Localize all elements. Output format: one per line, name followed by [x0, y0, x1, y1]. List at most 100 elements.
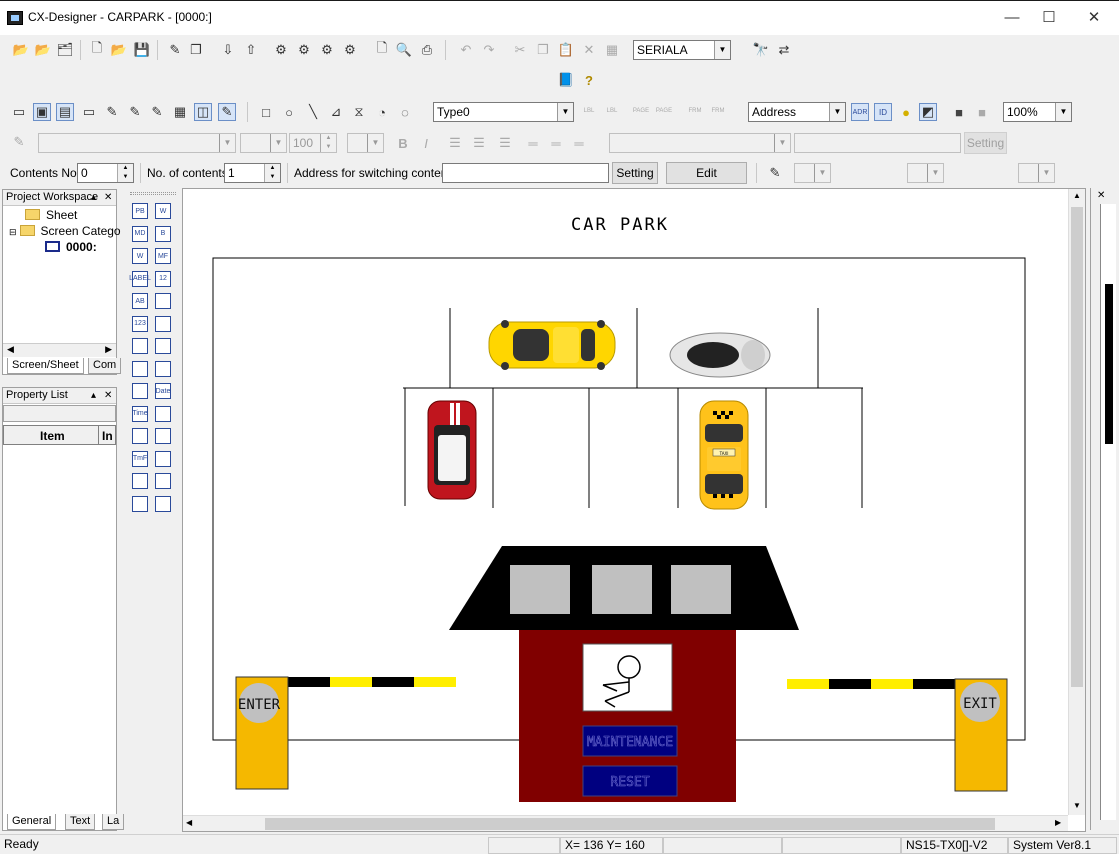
copy-icon[interactable]: ❐: [534, 41, 552, 59]
palette-tool-icon[interactable]: W: [132, 248, 148, 264]
brush-icon[interactable]: ✎: [766, 164, 784, 182]
palette-tool-icon[interactable]: PB: [132, 203, 148, 219]
palette-tool-icon[interactable]: [132, 473, 148, 489]
print-preview-icon[interactable]: 🔍: [395, 41, 413, 59]
open-project-icon[interactable]: 📂: [34, 41, 52, 59]
tab-general[interactable]: General: [7, 814, 57, 830]
save-all-icon[interactable]: 🗂: [56, 41, 74, 59]
color-select-2[interactable]: ▼: [907, 163, 944, 183]
palette-tool-icon[interactable]: [132, 428, 148, 444]
serial-port-select[interactable]: SERIALA ▼: [633, 40, 731, 60]
align-right-icon[interactable]: ☰: [496, 134, 514, 152]
tool-icon[interactable]: ⚙: [295, 41, 313, 59]
window-icon[interactable]: ▭: [80, 103, 98, 121]
setting-button-disabled[interactable]: Setting: [964, 132, 1007, 154]
palette-tool-icon[interactable]: [155, 495, 171, 512]
palette-tool-icon[interactable]: [132, 360, 148, 377]
tool-icon[interactable]: ◫: [194, 103, 212, 121]
frame-prev-icon[interactable]: FRM: [686, 102, 704, 120]
line-icon[interactable]: ╲: [304, 103, 322, 121]
tool-icon[interactable]: ✎: [126, 103, 144, 121]
font-select[interactable]: ▼: [38, 133, 236, 153]
palette-tool-icon[interactable]: [155, 428, 171, 444]
scroll-left-icon[interactable]: ◀: [186, 818, 192, 827]
scroll-up-icon[interactable]: ▲: [1073, 191, 1081, 200]
align-bottom-icon[interactable]: ═: [570, 134, 588, 152]
palette-tool-icon[interactable]: [132, 383, 148, 399]
tool-icon[interactable]: ✎: [218, 103, 236, 121]
find-icon[interactable]: 🔭: [752, 41, 770, 59]
close-icon[interactable]: ✕: [104, 388, 112, 403]
save-icon[interactable]: 💾: [133, 41, 151, 59]
object-select[interactable]: ▼: [609, 133, 791, 153]
palette-tool-icon[interactable]: [155, 338, 171, 354]
reset-button[interactable]: RESET: [582, 765, 678, 797]
help-book-icon[interactable]: 📘: [557, 71, 575, 89]
grid-icon[interactable]: ▦: [603, 41, 621, 59]
undo-icon[interactable]: ↶: [457, 41, 475, 59]
palette-tool-icon[interactable]: [155, 473, 171, 489]
tree-item-sheet[interactable]: Sheet: [25, 208, 77, 222]
tab-common[interactable]: Com: [88, 358, 122, 374]
page-prev-icon[interactable]: PAGE: [632, 102, 650, 120]
sector-icon[interactable]: ◔: [373, 103, 391, 121]
maximize-button[interactable]: ☐: [1026, 1, 1072, 35]
palette-tool-icon[interactable]: [155, 450, 171, 467]
tool-icon[interactable]: ⚙: [318, 41, 336, 59]
document-icon[interactable]: 🗋: [373, 40, 391, 59]
canvas-horizontal-scrollbar[interactable]: ◀ ▶: [183, 815, 1068, 831]
edit-contents-button[interactable]: Edit Contents...: [666, 162, 747, 200]
delete-icon[interactable]: ✕: [580, 41, 598, 59]
transfer-from-icon[interactable]: ⇧: [242, 41, 260, 59]
horizontal-scrollbar[interactable]: ◀ ▶: [3, 343, 116, 357]
palette-tool-icon[interactable]: [155, 360, 171, 377]
address-switch-input[interactable]: [442, 163, 609, 183]
collapse-icon[interactable]: ⊟: [9, 227, 17, 237]
palette-tool-icon[interactable]: [155, 315, 171, 332]
adr-icon[interactable]: ADR: [851, 103, 869, 121]
scroll-right-icon[interactable]: ▶: [1055, 818, 1061, 827]
close-icon[interactable]: ✕: [1097, 190, 1105, 201]
palette-tool-icon[interactable]: W: [155, 203, 171, 219]
scroll-thumb[interactable]: [1071, 207, 1083, 687]
scroll-thumb[interactable]: [265, 818, 995, 830]
polyline-icon[interactable]: ⊿: [327, 103, 345, 121]
italic-icon[interactable]: I: [417, 134, 435, 152]
tool-icon[interactable]: ⚙: [272, 41, 290, 59]
arc-icon[interactable]: ◌: [396, 103, 414, 121]
tool-icon[interactable]: ⚙: [341, 41, 359, 59]
font-size-select[interactable]: ▼: [240, 133, 287, 153]
exit-gate[interactable]: EXIT: [954, 678, 1008, 792]
close-button[interactable]: ✕: [1071, 1, 1117, 35]
rectangle-icon[interactable]: □: [257, 103, 275, 121]
bulb-icon[interactable]: ●: [897, 103, 915, 121]
object-icon[interactable]: ▭: [10, 103, 28, 121]
align-center-icon[interactable]: ☰: [470, 134, 488, 152]
frame-next-icon[interactable]: FRM: [709, 102, 727, 120]
palette-tool-icon[interactable]: 123: [132, 315, 148, 332]
palette-tool-icon[interactable]: Time: [132, 405, 148, 422]
edit-icon[interactable]: ✎: [166, 41, 184, 59]
canvas-vertical-scrollbar[interactable]: ▲ ▼: [1068, 189, 1085, 815]
page-next-icon[interactable]: PAGE: [655, 102, 673, 120]
align-top-icon[interactable]: ═: [524, 134, 542, 152]
circle-icon[interactable]: ○: [280, 103, 298, 121]
palette-tool-icon[interactable]: AB: [132, 293, 148, 309]
type-select[interactable]: Type0 ▼: [433, 102, 574, 122]
pin-icon[interactable]: ▴: [91, 388, 96, 403]
screen-icon[interactable]: ▣: [33, 103, 51, 121]
tab-text[interactable]: Text: [65, 814, 96, 830]
fill-light-icon[interactable]: ■: [973, 103, 991, 121]
color-select[interactable]: ▼: [794, 163, 831, 183]
tree-item-screen-category[interactable]: ⊟ Screen Catego: [9, 224, 121, 238]
palette-tool-icon[interactable]: MD: [132, 225, 148, 242]
open-folder-icon[interactable]: 📂: [12, 41, 30, 59]
tree-item-screen-0000[interactable]: 0000:: [45, 240, 97, 254]
scroll-thumb[interactable]: [1105, 284, 1113, 444]
contents-no-stepper[interactable]: 0 ▲ ▼: [77, 163, 134, 183]
no-of-contents-stepper[interactable]: 1 ▲ ▼: [224, 163, 281, 183]
tab-screen-sheet[interactable]: Screen/Sheet: [7, 358, 84, 374]
table-icon[interactable]: ▤: [56, 103, 74, 121]
lbl-prev-icon[interactable]: LBL: [580, 102, 598, 120]
size-stepper[interactable]: 100 ▲ ▼: [289, 133, 337, 153]
